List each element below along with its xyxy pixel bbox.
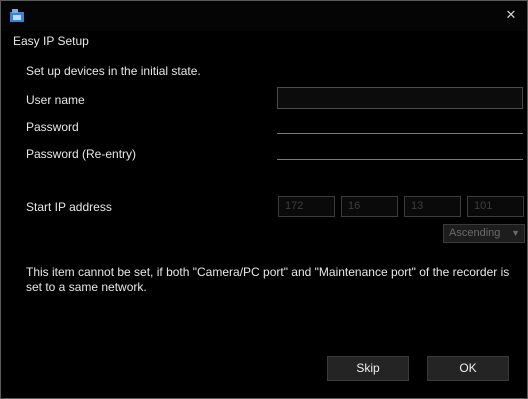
chevron-down-icon: ▼ <box>511 228 520 238</box>
password-label: Password <box>26 120 79 134</box>
user-name-label: User name <box>26 93 85 107</box>
app-icon <box>9 8 25 24</box>
close-icon[interactable]: ✕ <box>504 8 518 22</box>
network-note: This item cannot be set, if both "Camera… <box>26 265 510 294</box>
skip-button[interactable]: Skip <box>327 356 409 381</box>
start-ip-label: Start IP address <box>26 200 112 214</box>
easy-ip-setup-window: ✕ Easy IP Setup Set up devices in the in… <box>0 0 528 399</box>
password-input[interactable] <box>277 133 523 134</box>
ip-octet-1: 172 <box>278 196 335 217</box>
ip-octet-2: 16 <box>341 196 398 217</box>
ip-octet-4: 101 <box>467 196 524 217</box>
title-bar: ✕ <box>1 1 527 31</box>
password-reentry-input[interactable] <box>277 159 523 160</box>
ok-button[interactable]: OK <box>427 356 509 381</box>
dialog-title: Easy IP Setup <box>13 34 89 48</box>
intro-text: Set up devices in the initial state. <box>26 64 201 78</box>
ip-octet-3: 13 <box>404 196 461 217</box>
order-select-value: Ascending <box>449 227 501 239</box>
user-name-input[interactable] <box>277 87 523 109</box>
password-reentry-label: Password (Re-entry) <box>26 147 137 161</box>
order-select: Ascending ▼ <box>443 224 525 243</box>
